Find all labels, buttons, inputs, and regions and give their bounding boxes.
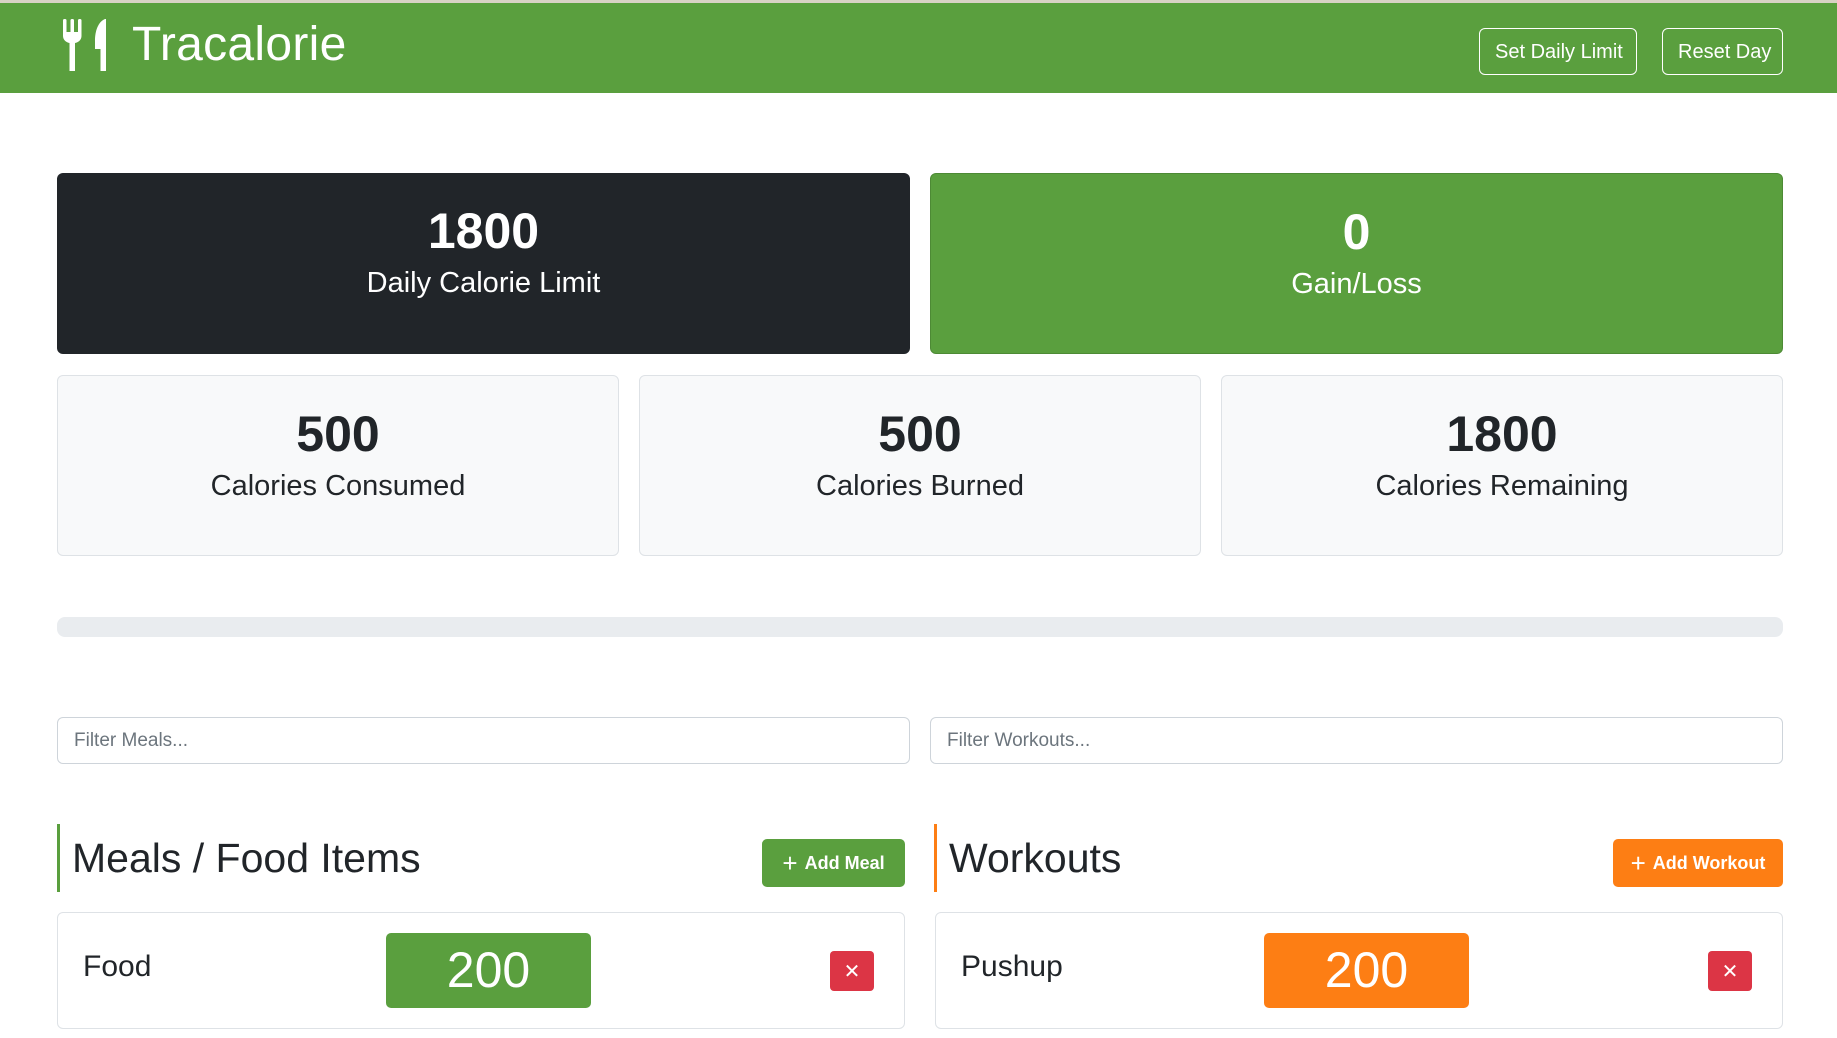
workout-item: Pushup 200 ✕ xyxy=(935,912,1783,1029)
set-daily-limit-button[interactable]: Set Daily Limit xyxy=(1479,28,1637,75)
brand-link[interactable]: Tracalorie xyxy=(62,17,347,73)
calories-remaining-card: 1800 Calories Remaining xyxy=(1221,375,1783,556)
close-icon: ✕ xyxy=(843,959,861,983)
meals-section-title: Meals / Food Items xyxy=(57,824,421,892)
plus-icon: + xyxy=(1630,848,1646,878)
utensils-icon xyxy=(63,19,106,71)
reset-day-button[interactable]: Reset Day xyxy=(1662,28,1783,75)
app-title: Tracalorie xyxy=(132,18,347,71)
filter-workouts-input[interactable] xyxy=(930,717,1783,764)
delete-meal-button[interactable]: ✕ xyxy=(830,951,874,991)
daily-limit-value: 1800 xyxy=(427,203,540,259)
add-meal-label: Add Meal xyxy=(804,852,885,873)
filter-meals-input[interactable] xyxy=(57,717,910,764)
gain-loss-label: Gain/Loss xyxy=(1291,268,1422,300)
meal-item-name: Food xyxy=(83,950,152,983)
workout-item-name: Pushup xyxy=(961,950,1063,983)
meal-item: Food 200 ✕ xyxy=(57,912,905,1029)
navbar: Tracalorie Set Daily Limit Reset Day xyxy=(0,0,1837,93)
workouts-section-title: Workouts xyxy=(934,824,1121,892)
delete-workout-button[interactable]: ✕ xyxy=(1708,951,1752,991)
add-workout-button[interactable]: + Add Workout xyxy=(1613,839,1783,887)
calories-burned-value: 500 xyxy=(878,406,962,462)
add-workout-label: Add Workout xyxy=(1652,852,1766,873)
calories-remaining-value: 1800 xyxy=(1446,406,1558,462)
calories-remaining-label: Calories Remaining xyxy=(1375,470,1629,502)
meal-item-calories: 200 xyxy=(386,933,591,1008)
calories-consumed-value: 500 xyxy=(296,406,380,462)
add-meal-button[interactable]: + Add Meal xyxy=(762,839,905,887)
calories-burned-label: Calories Burned xyxy=(816,470,1024,502)
calories-consumed-label: Calories Consumed xyxy=(210,470,466,502)
calories-consumed-card: 500 Calories Consumed xyxy=(57,375,619,556)
gain-loss-card: 0 Gain/Loss xyxy=(930,173,1783,354)
daily-limit-label: Daily Calorie Limit xyxy=(366,267,601,299)
workout-item-calories: 200 xyxy=(1264,933,1469,1008)
calorie-progress xyxy=(57,617,1783,637)
daily-limit-card: 1800 Daily Calorie Limit xyxy=(57,173,910,354)
gain-loss-value: 0 xyxy=(1342,204,1371,260)
plus-icon: + xyxy=(782,848,798,878)
calories-burned-card: 500 Calories Burned xyxy=(639,375,1201,556)
close-icon: ✕ xyxy=(1721,959,1739,983)
